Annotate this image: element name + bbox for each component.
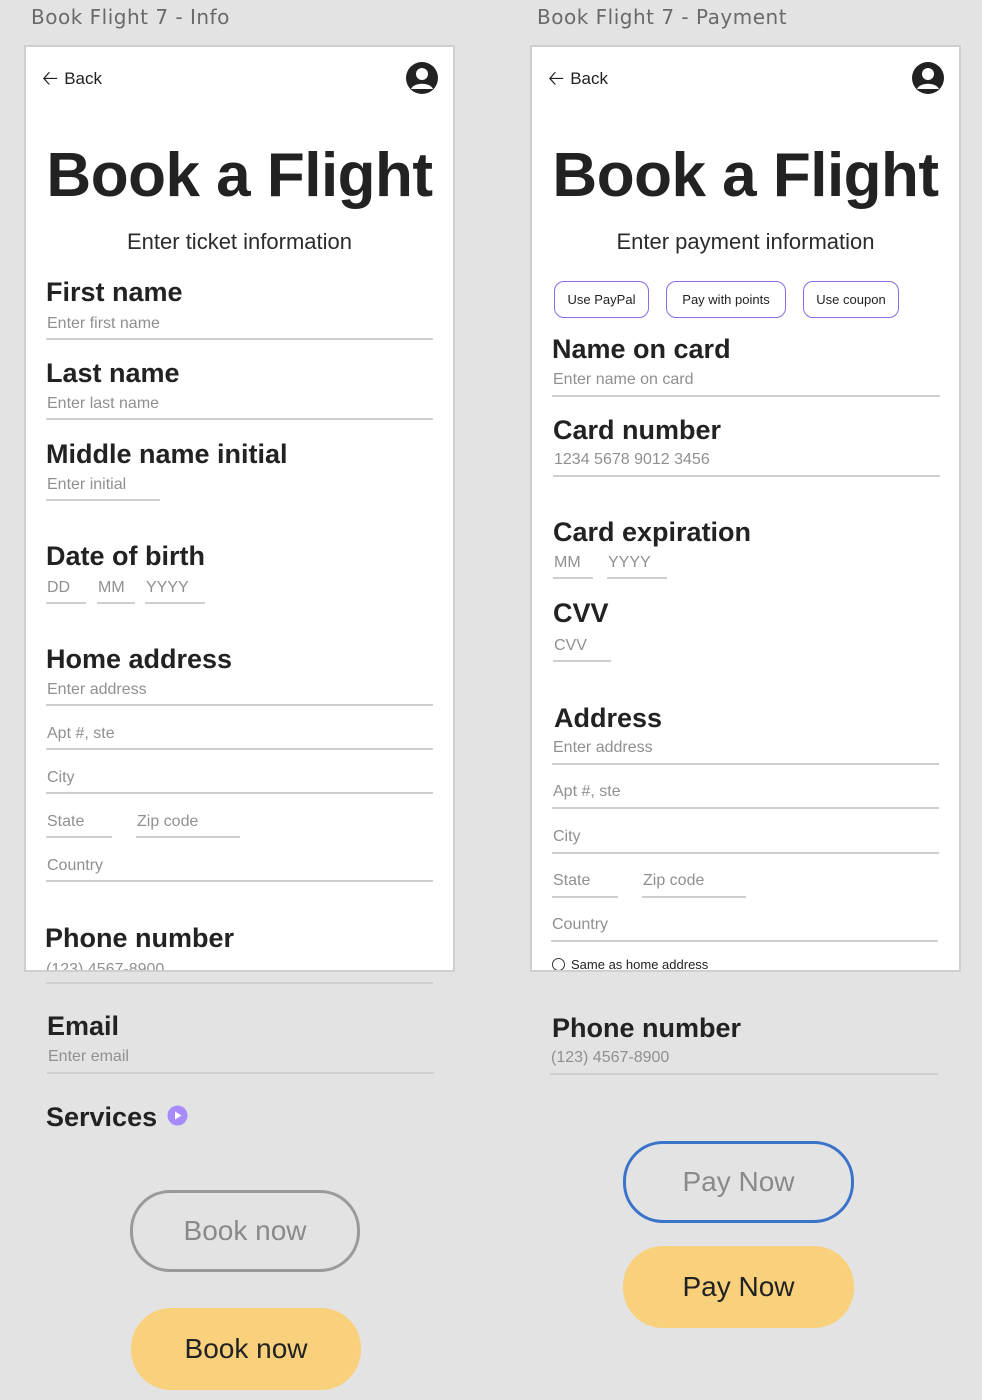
email-input[interactable]: [47, 1045, 434, 1074]
dob-label: Date of birth: [46, 541, 205, 571]
services-row[interactable]: Services: [46, 1102, 188, 1133]
info-back-button[interactable]: 🡠 Back: [42, 69, 102, 89]
dob-year-input[interactable]: [145, 577, 205, 604]
home-address-line1-input[interactable]: [46, 679, 433, 706]
pay-now-button[interactable]: Pay Now: [623, 1246, 854, 1328]
expiration-month-input[interactable]: [553, 552, 593, 579]
payment-frame-title: Book Flight 7 - Payment: [537, 5, 788, 29]
pay-now-outline-button[interactable]: Pay Now: [623, 1141, 854, 1223]
billing-city-input[interactable]: [552, 826, 939, 854]
info-subtitle: Enter ticket information: [127, 229, 352, 254]
phone-input-underline: [46, 982, 433, 984]
payment-phone-input[interactable]: [550, 1047, 938, 1075]
dob-month-input[interactable]: [97, 577, 135, 604]
cvv-label: CVV: [553, 598, 609, 628]
user-circle-icon[interactable]: [406, 62, 438, 94]
payment-page-title: Book a Flight: [552, 141, 939, 210]
same-as-home-option[interactable]: Same as home address: [552, 957, 709, 972]
dob-day-input[interactable]: [46, 577, 86, 604]
billing-address-line2-input[interactable]: [552, 781, 939, 809]
billing-address-line1-input[interactable]: [552, 737, 939, 765]
pay-with-points-button[interactable]: Pay with points: [666, 281, 786, 318]
book-now-button[interactable]: Book now: [131, 1308, 361, 1390]
billing-country-input[interactable]: [551, 914, 938, 942]
payment-subtitle: Enter payment information: [616, 229, 875, 254]
billing-state-input[interactable]: [552, 870, 618, 898]
info-phone-frame: 🡠 Back Book a Flight Enter ticket inform…: [24, 45, 455, 972]
play-circle-icon[interactable]: [167, 1105, 188, 1131]
name-on-card-input[interactable]: [552, 369, 940, 397]
arrow-left-icon: 🡠: [548, 68, 565, 90]
expiration-year-input[interactable]: [607, 552, 667, 579]
use-coupon-button[interactable]: Use coupon: [803, 281, 899, 318]
info-page-title: Book a Flight: [46, 141, 433, 210]
name-on-card-label: Name on card: [552, 334, 731, 364]
billing-address-label: Address: [554, 703, 663, 733]
home-city-input[interactable]: [46, 767, 433, 794]
arrow-left-icon: 🡠: [42, 68, 59, 90]
last-name-input[interactable]: [46, 393, 433, 420]
book-now-outline-button[interactable]: Book now: [130, 1190, 360, 1272]
payment-back-button[interactable]: 🡠 Back: [548, 69, 608, 89]
middle-initial-label: Middle name initial: [46, 439, 288, 469]
use-paypal-button[interactable]: Use PayPal: [554, 281, 649, 318]
payment-phone-frame: 🡠 Back Book a Flight Enter payment infor…: [530, 45, 961, 972]
card-number-input[interactable]: [553, 449, 940, 477]
radio-unchecked-icon[interactable]: [552, 958, 565, 970]
home-country-input[interactable]: [46, 855, 433, 882]
services-label: Services: [46, 1102, 158, 1132]
home-address-label: Home address: [46, 644, 233, 674]
home-address-line2-input[interactable]: [46, 723, 433, 750]
same-as-home-label: Same as home address: [571, 957, 709, 972]
phone-input[interactable]: [45, 957, 434, 970]
info-back-label: Back: [64, 69, 102, 88]
billing-zip-input[interactable]: [642, 870, 746, 898]
last-name-label: Last name: [46, 358, 180, 388]
first-name-input[interactable]: [46, 313, 433, 340]
info-frame-title: Book Flight 7 - Info: [31, 5, 230, 29]
home-state-input[interactable]: [46, 811, 112, 838]
payment-back-label: Back: [570, 69, 608, 88]
cvv-input[interactable]: [553, 635, 611, 662]
home-zip-input[interactable]: [136, 811, 240, 838]
first-name-label: First name: [46, 277, 183, 307]
payment-phone-label: Phone number: [552, 1013, 742, 1043]
card-expiration-label: Card expiration: [553, 517, 752, 547]
middle-initial-input[interactable]: [46, 474, 160, 501]
email-label: Email: [47, 1011, 120, 1041]
phone-label: Phone number: [45, 923, 235, 953]
user-circle-icon[interactable]: [912, 62, 944, 94]
card-number-label: Card number: [553, 415, 722, 445]
